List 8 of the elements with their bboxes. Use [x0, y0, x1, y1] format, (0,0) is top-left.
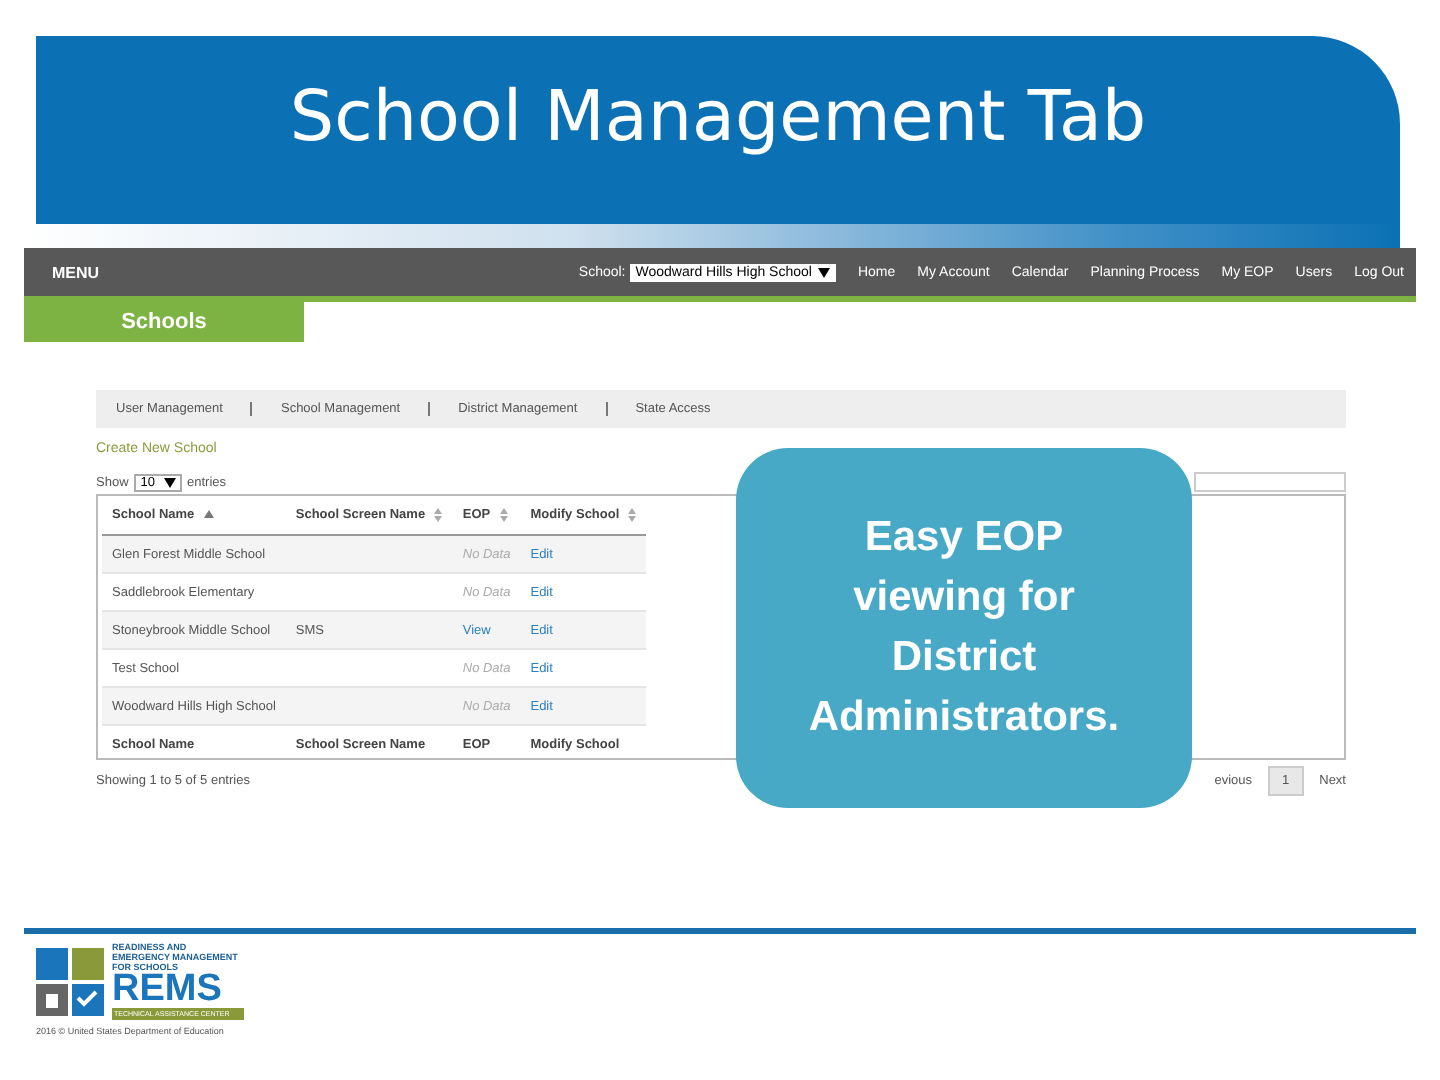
- search-field[interactable]: [1194, 472, 1346, 492]
- logo-wordmark: REMS: [112, 972, 224, 1008]
- menu-label: MENU: [52, 263, 100, 281]
- rems-logo-icon: [36, 947, 104, 1015]
- slide-title: School Management Tab: [289, 78, 1147, 158]
- callout-box: Easy EOP viewing for District Administrators.: [736, 448, 1192, 808]
- caret-icon: [817, 267, 830, 277]
- caret-icon: [163, 477, 175, 487]
